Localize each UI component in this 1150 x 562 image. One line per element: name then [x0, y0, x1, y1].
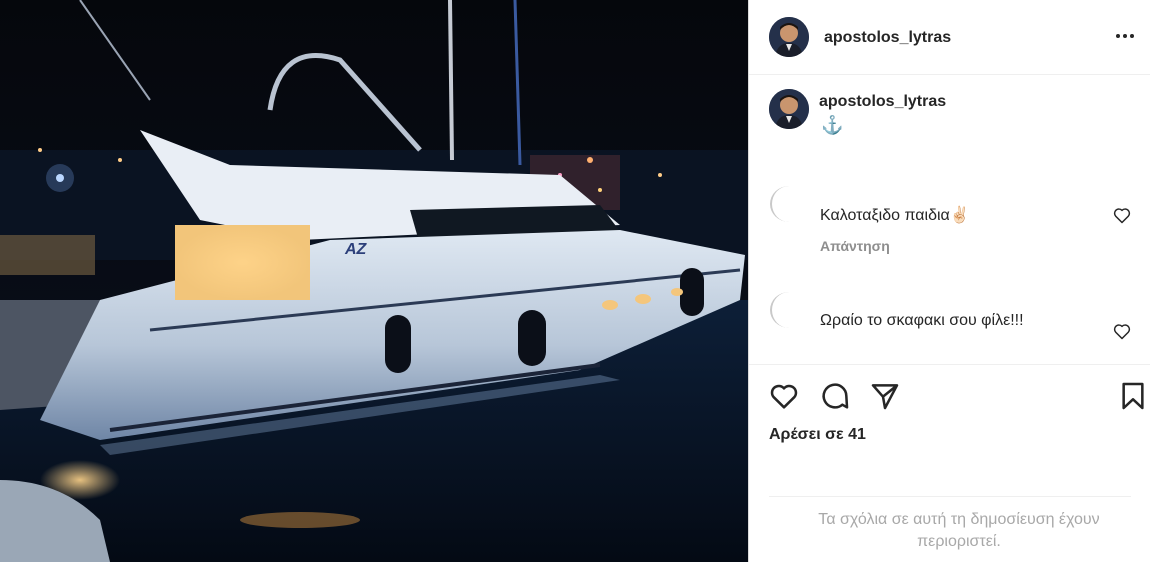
comment-like-heart-icon[interactable] — [1112, 321, 1132, 341]
post-header: apostolos_lytras — [749, 0, 1150, 75]
post-photo[interactable]: AZ — [0, 0, 748, 562]
boat-photo-image: AZ — [0, 0, 748, 562]
comment-like-heart-icon[interactable] — [1112, 205, 1132, 225]
comment-icon[interactable] — [819, 380, 851, 412]
author-username[interactable]: apostolos_lytras — [824, 29, 951, 47]
boat-logo: AZ — [344, 241, 368, 258]
likes-count[interactable]: Αρέσει σε 41 — [769, 426, 866, 444]
bookmark-icon[interactable] — [1117, 380, 1149, 412]
comments-restricted-notice: Τα σχόλια σε αυτή τη δημοσίευση έχουν πε… — [818, 511, 1100, 550]
restricted-divider — [769, 496, 1131, 497]
actions-divider — [749, 364, 1150, 365]
reply-button[interactable]: Απάντηση — [820, 238, 890, 254]
comment-text: Ωραίο το σκαφακι σου φίλε!!! — [820, 312, 1024, 329]
author-avatar[interactable] — [769, 17, 809, 57]
more-options-icon[interactable] — [1115, 26, 1135, 46]
comment-text: Καλοταξιδο παιδια✌🏻 — [820, 207, 970, 224]
avatar-portrait-icon — [769, 89, 809, 129]
commenter-avatar[interactable] — [769, 288, 809, 328]
share-icon[interactable] — [869, 380, 901, 412]
post-side-panel: apostolos_lytras apostolos_lytras ⚓ Καλο… — [748, 0, 1150, 562]
commenter-avatar[interactable] — [769, 182, 809, 222]
avatar-portrait-icon — [769, 17, 809, 57]
caption-username[interactable]: apostolos_lytras — [819, 93, 946, 111]
caption-text: ⚓ — [821, 115, 844, 135]
caption-author-avatar[interactable] — [769, 89, 809, 129]
heart-icon[interactable] — [768, 380, 800, 412]
